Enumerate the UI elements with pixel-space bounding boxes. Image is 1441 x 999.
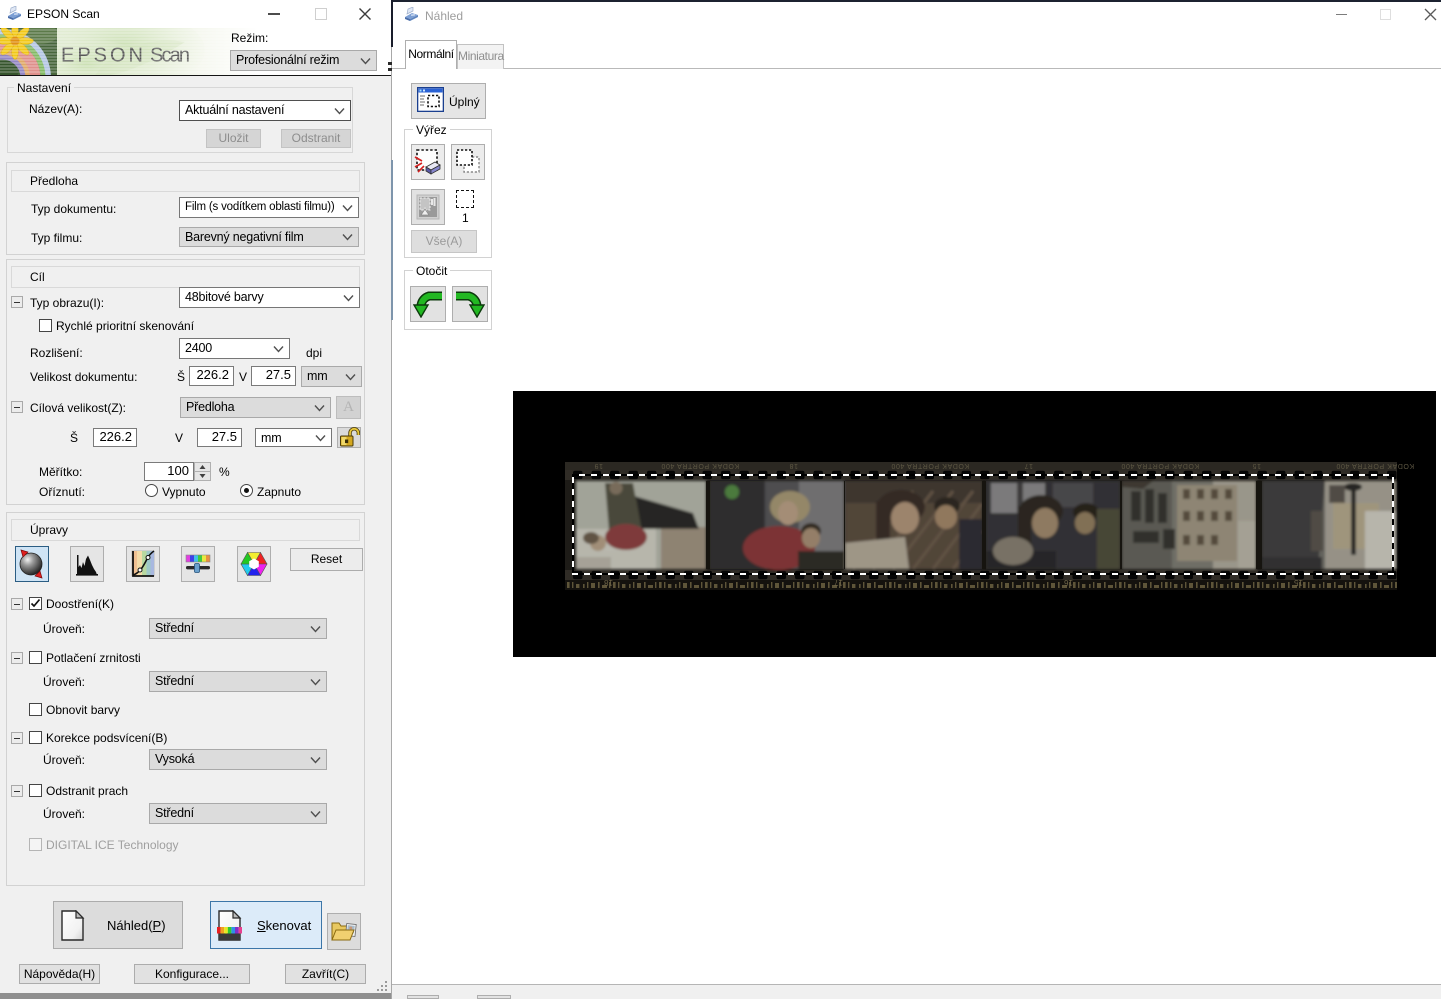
svg-text:19: 19	[594, 462, 603, 469]
svg-text:15: 15	[1252, 462, 1261, 469]
svg-text:17: 17	[1024, 462, 1033, 469]
svg-text:18: 18	[604, 578, 613, 587]
svg-text:17: 17	[834, 578, 843, 587]
svg-text:16: 16	[1064, 578, 1073, 587]
svg-text:KODAK PORTRA 400: KODAK PORTRA 400	[1336, 462, 1414, 469]
svg-text:KODAK PORTRA 400: KODAK PORTRA 400	[1121, 462, 1199, 469]
svg-text:KODAK PORTRA 400: KODAK PORTRA 400	[891, 462, 969, 469]
svg-text:KODAK PORTRA 400: KODAK PORTRA 400	[661, 462, 739, 469]
svg-text:15: 15	[1294, 578, 1303, 587]
svg-text:18: 18	[789, 462, 798, 469]
